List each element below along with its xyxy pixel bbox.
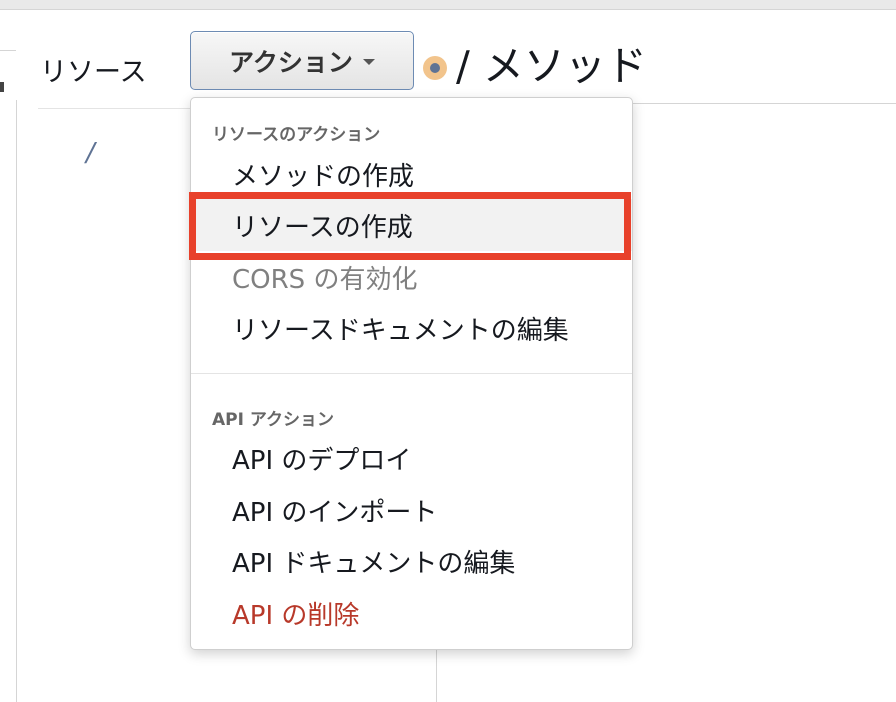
menu-item-import-api[interactable]: API のインポート <box>191 484 632 536</box>
top-strip <box>0 0 896 10</box>
left-panel-border <box>16 100 17 702</box>
actions-button-label: アクション <box>229 47 353 77</box>
highlight-annotation-box <box>189 192 631 260</box>
menu-item-deploy-api[interactable]: API のデプロイ <box>191 432 632 484</box>
resources-panel-title: リソース <box>40 57 147 88</box>
menu-section-header-api-actions: API アクション <box>212 410 335 430</box>
collapse-handle-icon[interactable] <box>0 82 4 92</box>
methods-panel-title: / メソッド <box>456 42 647 90</box>
menu-section-header-resource-actions: リソースのアクション <box>212 125 381 145</box>
menu-item-delete-api[interactable]: API の削除 <box>191 587 632 639</box>
resource-tree-root[interactable]: / <box>86 138 95 168</box>
actions-dropdown-button[interactable]: アクション <box>190 31 414 90</box>
menu-item-edit-resource-docs[interactable]: リソースドキュメントの編集 <box>191 302 632 354</box>
menu-section-divider <box>191 373 632 374</box>
menu-item-edit-api-docs[interactable]: API ドキュメントの編集 <box>191 535 632 587</box>
actions-dropdown-menu: リソースのアクション メソッドの作成 リソースの作成 CORS の有効化 リソー… <box>190 97 633 650</box>
caret-down-icon <box>362 59 375 65</box>
status-dot-icon <box>423 56 447 80</box>
status-dot-core <box>430 63 440 73</box>
left-panel-stub <box>0 36 16 51</box>
